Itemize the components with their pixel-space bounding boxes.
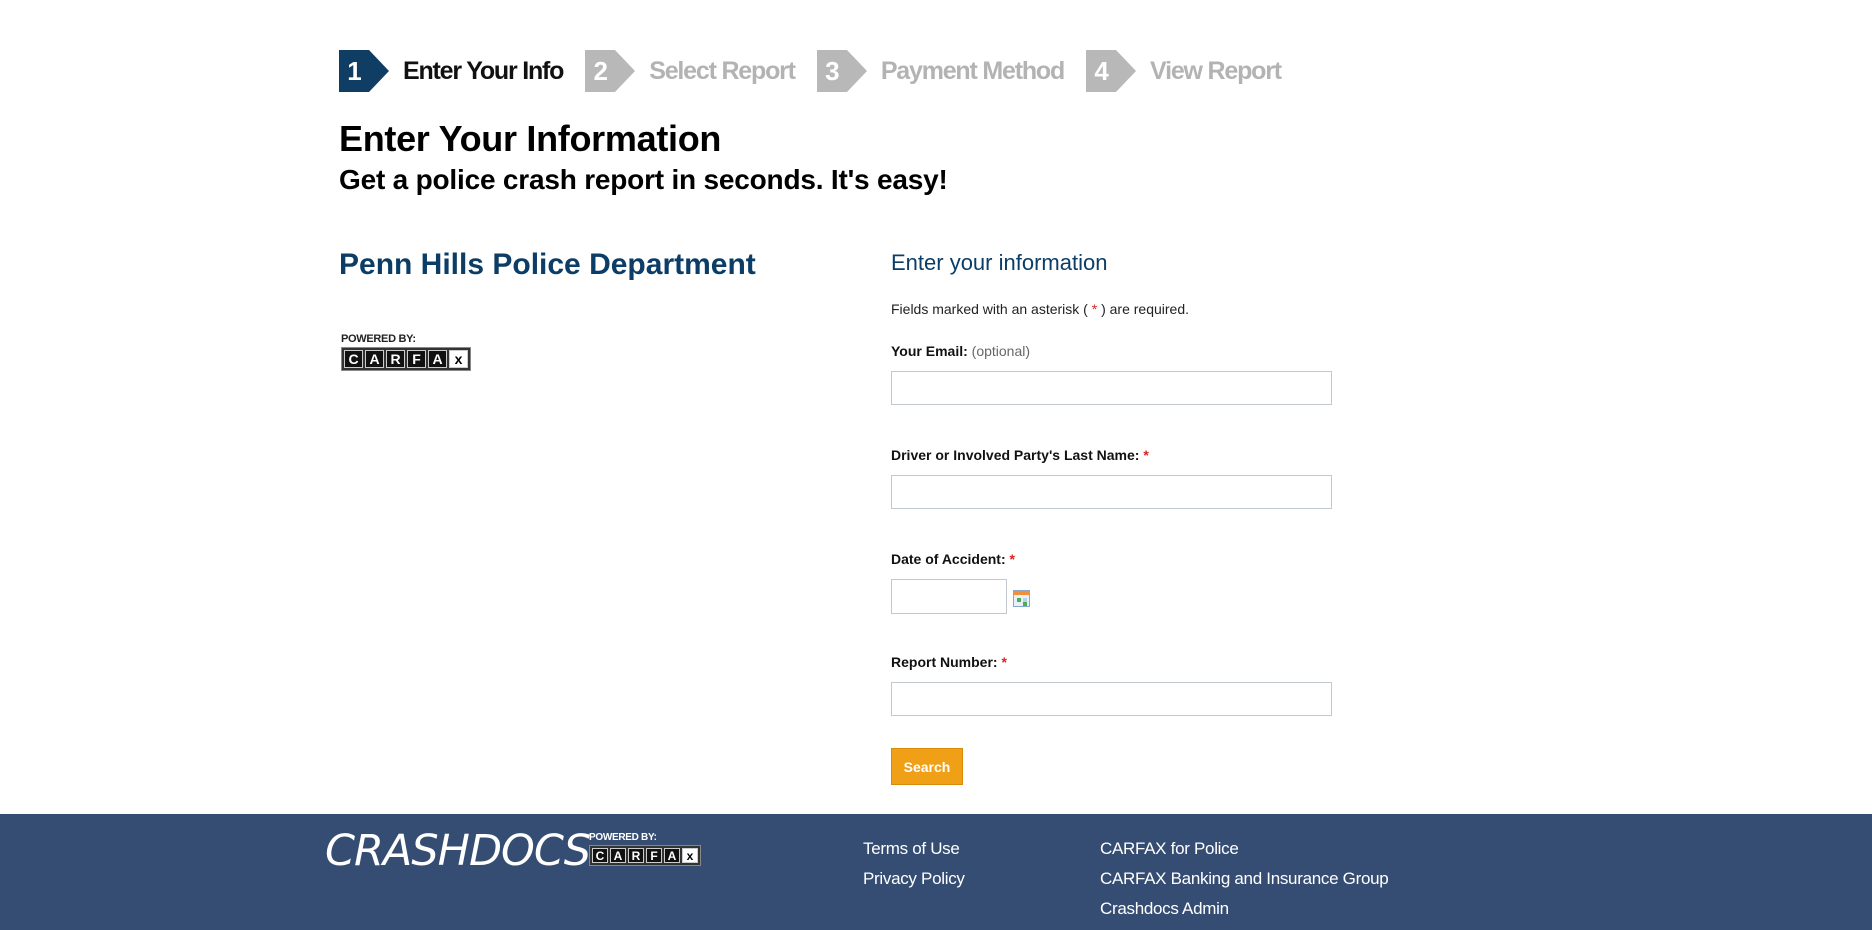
report-number-label: Report Number: * xyxy=(891,654,1007,670)
carfax-letter: x xyxy=(682,848,698,863)
step-arrow-icon xyxy=(615,50,636,92)
last-name-label: Driver or Involved Party's Last Name: * xyxy=(891,447,1149,463)
email-input[interactable] xyxy=(891,371,1332,405)
info-form: Enter your information Fields marked wit… xyxy=(891,250,1341,785)
step-number-badge: 4 xyxy=(1086,50,1137,92)
required-asterisk: * xyxy=(1009,551,1015,567)
crashdocs-admin-link[interactable]: Crashdocs Admin xyxy=(1100,894,1388,924)
page-title: Enter Your Information xyxy=(339,118,722,159)
calendar-icon[interactable] xyxy=(1013,590,1030,607)
footer-powered-by-carfax-logo: POWERED BY: C A R F A x xyxy=(589,832,701,866)
step-number: 4 xyxy=(1086,50,1117,92)
carfax-letter: A xyxy=(664,848,680,863)
carfax-banking-insurance-link[interactable]: CARFAX Banking and Insurance Group xyxy=(1100,864,1389,894)
privacy-policy-link[interactable]: Privacy Policy xyxy=(863,864,965,894)
carfax-letter: F xyxy=(646,848,662,863)
powered-by-label: POWERED BY: xyxy=(341,333,416,345)
step-arrow-icon xyxy=(369,50,389,92)
carfax-letter: A xyxy=(428,350,447,368)
carfax-letter: A xyxy=(610,848,626,863)
date-group: Date of Accident: * xyxy=(891,551,1341,614)
required-note-prefix: Fields marked with an asterisk ( xyxy=(891,301,1092,317)
date-label-text: Date of Accident: xyxy=(891,551,1006,567)
step-label: View Report xyxy=(1150,56,1282,85)
carfax-letter: F xyxy=(407,350,426,368)
terms-of-use-link[interactable]: Terms of Use xyxy=(863,834,965,864)
required-note: Fields marked with an asterisk ( * ) are… xyxy=(891,301,1341,317)
date-row xyxy=(891,579,1341,614)
required-asterisk: * xyxy=(1001,654,1007,670)
report-number-group: Report Number: * xyxy=(891,654,1341,716)
step-select-report: 2 Select Report xyxy=(585,50,796,92)
step-number-badge: 1 xyxy=(339,50,389,92)
report-number-input[interactable] xyxy=(891,682,1332,716)
powered-by-carfax-logo: POWERED BY: C A R F A x xyxy=(341,333,471,371)
search-button[interactable]: Search xyxy=(891,748,963,785)
progress-steps: 1 Enter Your Info 2 Select Report 3 Paym… xyxy=(339,50,1303,92)
carfax-letter: C xyxy=(592,848,608,863)
required-note-suffix: ) are required. xyxy=(1097,301,1190,317)
crashdocs-logo: CRASHDOCS xyxy=(325,826,591,876)
email-label: Your Email: (optional) xyxy=(891,343,1030,359)
date-label: Date of Accident: * xyxy=(891,551,1015,567)
step-label: Select Report xyxy=(649,56,796,85)
step-payment-method: 3 Payment Method xyxy=(816,50,1065,92)
carfax-for-police-link[interactable]: CARFAX for Police xyxy=(1100,834,1388,864)
last-name-input[interactable] xyxy=(891,475,1332,509)
footer-links-legal: Terms of Use Privacy Policy xyxy=(863,834,965,894)
step-arrow-icon xyxy=(1116,50,1137,92)
carfax-logo: C A R F A x xyxy=(341,347,471,371)
optional-hint: (optional) xyxy=(971,343,1031,359)
last-name-group: Driver or Involved Party's Last Name: * xyxy=(891,447,1341,509)
page-subtitle: Get a police crash report in seconds. It… xyxy=(339,164,948,195)
step-number: 1 xyxy=(339,50,369,92)
powered-by-label: POWERED BY: xyxy=(589,832,657,843)
carfax-letter: R xyxy=(628,848,644,863)
step-arrow-icon xyxy=(846,50,867,92)
carfax-letter: C xyxy=(344,350,363,368)
carfax-letter: R xyxy=(386,350,405,368)
step-label: Enter Your Info xyxy=(403,56,564,85)
footer-links-carfax: CARFAX for Police CARFAX Banking and Ins… xyxy=(1100,834,1389,924)
department-name: Penn Hills Police Department xyxy=(339,248,756,281)
date-input[interactable] xyxy=(891,579,1007,614)
step-number: 3 xyxy=(816,50,847,92)
step-enter-info: 1 Enter Your Info xyxy=(339,50,564,92)
step-label: Payment Method xyxy=(880,56,1065,85)
step-number-badge: 3 xyxy=(816,50,867,92)
step-number-badge: 2 xyxy=(585,50,636,92)
required-asterisk: * xyxy=(1143,447,1149,463)
report-number-label-text: Report Number: xyxy=(891,654,998,670)
last-name-label-text: Driver or Involved Party's Last Name: xyxy=(891,447,1140,463)
footer: CRASHDOCS POWERED BY: C A R F A x Terms … xyxy=(0,814,1872,930)
step-view-report: 4 View Report xyxy=(1086,50,1282,92)
carfax-letter: A xyxy=(365,350,384,368)
carfax-logo: C A R F A x xyxy=(589,845,701,866)
email-label-text: Your Email: xyxy=(891,343,968,359)
form-heading: Enter your information xyxy=(891,250,1108,275)
step-number: 2 xyxy=(585,50,616,92)
email-group: Your Email: (optional) xyxy=(891,343,1341,405)
carfax-letter: x xyxy=(449,350,468,368)
